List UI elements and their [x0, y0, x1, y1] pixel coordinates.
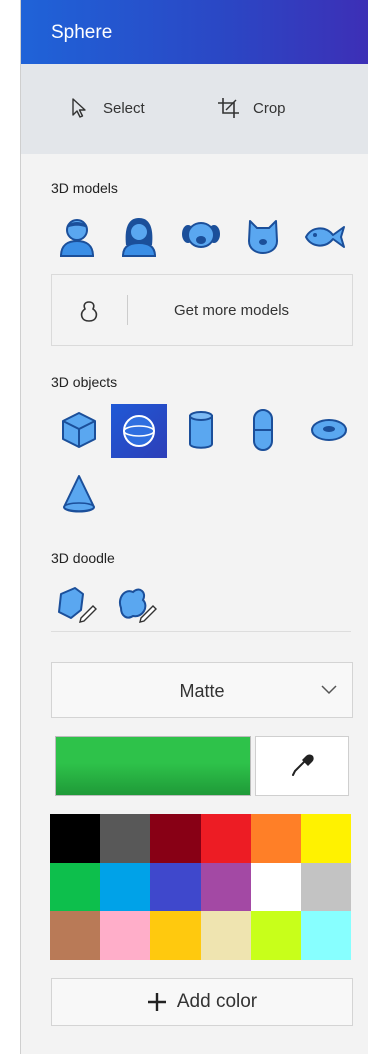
- color-palette: [50, 814, 351, 960]
- sphere-properties-panel: Sphere Select Crop 3D models Get more mo…: [20, 0, 368, 1054]
- material-dropdown[interactable]: Matte: [51, 662, 353, 718]
- cylinder-button[interactable]: [177, 406, 225, 454]
- capsule-button[interactable]: [239, 406, 287, 454]
- dog-model-button[interactable]: [177, 212, 225, 260]
- color-swatch[interactable]: [100, 814, 151, 863]
- select-label: Select: [103, 99, 145, 117]
- color-swatch[interactable]: [300, 862, 351, 912]
- material-value: Matte: [179, 681, 225, 701]
- fish-model-icon: [305, 226, 345, 248]
- color-swatch[interactable]: [250, 911, 301, 960]
- get-more-separator: [127, 295, 128, 325]
- color-swatch[interactable]: [150, 862, 201, 912]
- color-swatch[interactable]: [200, 814, 251, 863]
- torus-icon: [311, 419, 347, 441]
- select-button[interactable]: Select: [69, 97, 145, 119]
- man-model-icon: [59, 219, 95, 257]
- color-swatch[interactable]: [200, 911, 251, 960]
- sharp-doodle-button[interactable]: [53, 580, 101, 628]
- doodle-section-label: 3D doodle: [51, 550, 115, 566]
- chevron-down-icon: [321, 685, 337, 695]
- add-color-label: Add color: [176, 991, 258, 1012]
- toolbar: Select Crop: [21, 64, 368, 154]
- cat-model-button[interactable]: [239, 212, 287, 260]
- cube-icon: [62, 412, 96, 448]
- man-model-button[interactable]: [53, 212, 101, 260]
- color-swatch[interactable]: [50, 814, 101, 863]
- woman-model-button[interactable]: [115, 212, 163, 260]
- objects-section-label: 3D objects: [51, 374, 118, 390]
- sharp-doodle-icon: [58, 587, 97, 623]
- models-section-label: 3D models: [51, 180, 118, 196]
- fish-model-button[interactable]: [301, 212, 349, 260]
- eyedropper-icon: [292, 754, 314, 776]
- plus-icon: [147, 993, 166, 1011]
- dog-model-icon: [182, 222, 220, 248]
- soft-doodle-button[interactable]: [113, 580, 161, 628]
- section-divider: [51, 631, 351, 632]
- cube-button[interactable]: [55, 406, 103, 454]
- cat-model-icon: [248, 220, 278, 254]
- eyedropper-button[interactable]: [255, 736, 349, 796]
- color-swatch[interactable]: [300, 814, 351, 863]
- color-swatch[interactable]: [50, 862, 101, 912]
- panel-header: Sphere: [21, 0, 368, 64]
- color-swatch[interactable]: [200, 862, 251, 912]
- select-cursor-icon: [72, 98, 86, 118]
- cylinder-icon: [189, 411, 213, 449]
- cone-button[interactable]: [55, 470, 103, 518]
- capsule-icon: [253, 409, 273, 451]
- color-swatch[interactable]: [150, 814, 201, 863]
- color-swatch[interactable]: [300, 911, 351, 960]
- soft-doodle-icon: [119, 588, 157, 623]
- crop-button[interactable]: Crop: [217, 97, 286, 119]
- color-swatch[interactable]: [50, 911, 101, 960]
- color-swatch[interactable]: [250, 814, 301, 863]
- torus-button[interactable]: [305, 406, 353, 454]
- color-swatch[interactable]: [250, 862, 301, 912]
- color-swatch[interactable]: [100, 862, 151, 912]
- 3d-model-outline-icon: [80, 301, 98, 322]
- sphere-button[interactable]: [111, 404, 167, 458]
- crop-icon: [218, 98, 239, 118]
- color-swatch[interactable]: [100, 911, 151, 960]
- add-color-button[interactable]: Add color: [51, 978, 353, 1026]
- get-more-models-label: Get more models: [174, 302, 290, 319]
- woman-model-icon: [121, 218, 157, 257]
- panel-title: Sphere: [51, 22, 113, 43]
- color-swatch[interactable]: [150, 911, 201, 960]
- current-color-swatch[interactable]: [55, 736, 251, 796]
- sphere-icon: [123, 415, 155, 447]
- get-more-models-button[interactable]: Get more models: [51, 274, 353, 346]
- crop-label: Crop: [253, 99, 286, 117]
- cone-icon: [63, 475, 95, 513]
